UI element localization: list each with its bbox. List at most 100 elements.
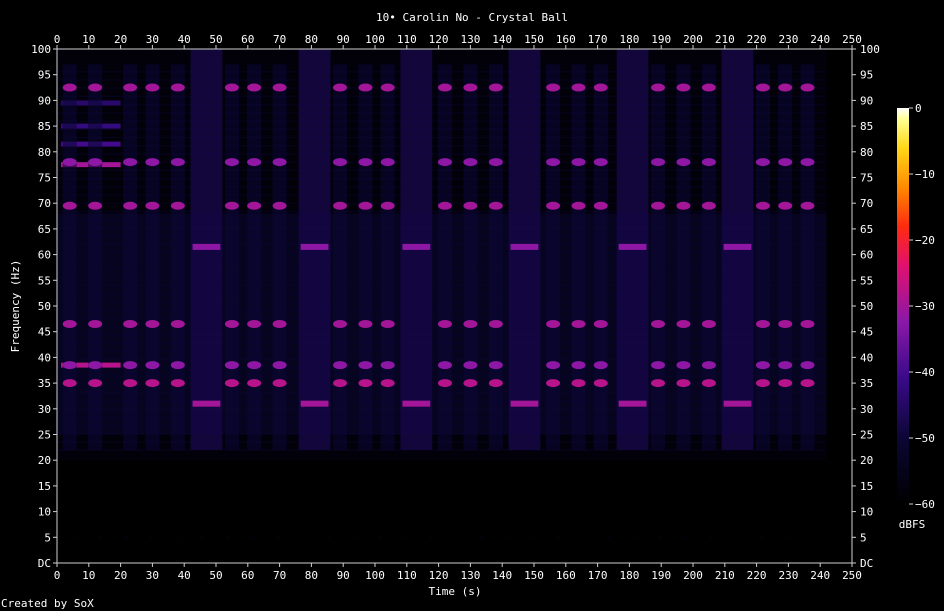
- beat-blob: [62, 361, 77, 370]
- y-tick-label: 60: [38, 249, 51, 262]
- beat-column: [247, 64, 262, 450]
- spectrogram-plot: [56, 48, 853, 564]
- beat-blob: [800, 319, 815, 328]
- beat-blob: [546, 379, 561, 388]
- x-tick-label: 120: [429, 569, 449, 582]
- beat-blob: [651, 379, 666, 388]
- beat-blob: [701, 361, 716, 370]
- x-tick-label: 220: [747, 33, 767, 46]
- low-speck: [378, 536, 383, 539]
- beat-blob: [123, 379, 138, 388]
- low-speck: [174, 536, 179, 539]
- beat-blob: [651, 158, 666, 167]
- y-tick-label: 100: [31, 43, 51, 56]
- y-tick-label: 80: [38, 146, 51, 159]
- y-tick-label: DC: [38, 557, 51, 570]
- beat-blob: [247, 201, 262, 210]
- beat-blob: [755, 83, 770, 92]
- beat-blob: [170, 361, 185, 370]
- beat-blob: [463, 201, 478, 210]
- x-tick-label: 70: [273, 569, 286, 582]
- x-tick-label: 210: [715, 569, 735, 582]
- beat-blob: [170, 379, 185, 388]
- beat-blob: [701, 201, 716, 210]
- low-speck: [658, 536, 663, 539]
- x-tick-label: 50: [209, 569, 222, 582]
- beat-blob: [778, 158, 793, 167]
- beat-blob: [272, 83, 287, 92]
- beat-blob: [755, 158, 770, 167]
- beat-blob: [62, 201, 77, 210]
- low-speck: [250, 536, 255, 539]
- y-tick-label: 75: [38, 172, 51, 185]
- colorbar-tick-label: 0: [915, 102, 922, 115]
- beat-blob: [333, 361, 348, 370]
- x-tick-label: 70: [273, 33, 286, 46]
- y-tick-label: 100: [860, 43, 880, 56]
- x-tick-label: 240: [810, 33, 830, 46]
- y-tick-label: 85: [38, 120, 51, 133]
- beat-blob: [247, 379, 262, 388]
- beat-column: [333, 64, 348, 450]
- beat-blob: [145, 83, 160, 92]
- x-axis-bottom: 0 10 20 30 40 50 60 70 80 90 100 110 120 130 140 150 160…: [54, 563, 862, 582]
- beat-blob: [145, 379, 160, 388]
- x-tick-label: 250: [842, 569, 862, 582]
- beat-blob: [676, 158, 691, 167]
- y-tick-label: 55: [38, 274, 51, 287]
- colorbar-gradient: [897, 108, 909, 504]
- beat-blob: [437, 361, 452, 370]
- x-tick-label: 190: [651, 569, 671, 582]
- y-tick-label: 65: [38, 223, 51, 236]
- low-speck: [479, 536, 484, 539]
- beat-blob: [800, 201, 815, 210]
- beat-blob: [123, 319, 138, 328]
- x-tick-label: 230: [778, 569, 798, 582]
- beat-blob: [437, 201, 452, 210]
- beat-column: [123, 64, 138, 450]
- colorbar-tick-label: −20: [915, 234, 935, 247]
- beat-blob: [593, 379, 608, 388]
- x-tick-label: 120: [429, 33, 449, 46]
- spectrogram-chart: 10• Carolin No - Crystal Ball 0 10 20 30 40 5…: [1, 11, 935, 610]
- colorbar: 0 −10 −20 −30 −40 −50 −60 dBFS: [897, 102, 935, 531]
- y-tick-label: 15: [860, 480, 873, 493]
- beat-blob: [123, 201, 138, 210]
- y-tick-label: 50: [38, 300, 51, 313]
- beat-blob: [463, 83, 478, 92]
- beat-column: [224, 64, 239, 450]
- low-speck: [708, 536, 713, 539]
- beat-blob: [272, 201, 287, 210]
- beat-column: [437, 64, 452, 450]
- low-speck: [149, 536, 154, 539]
- beat-blob: [62, 83, 77, 92]
- beat-blob: [247, 319, 262, 328]
- y-tick-label: 20: [860, 454, 873, 467]
- section-note: [618, 400, 647, 407]
- beat-blob: [88, 83, 103, 92]
- y-tick-label: 15: [38, 480, 51, 493]
- x-tick-label: 60: [241, 33, 254, 46]
- low-speck: [327, 536, 332, 539]
- x-tick-label: 170: [588, 33, 608, 46]
- beat-column: [145, 64, 160, 450]
- y-tick-label: 65: [860, 223, 873, 236]
- x-tick-label: 0: [54, 569, 61, 582]
- beat-blob: [170, 83, 185, 92]
- beat-blob: [593, 319, 608, 328]
- x-tick-label: 10: [82, 569, 95, 582]
- beat-blob: [571, 319, 586, 328]
- beat-column: [593, 64, 608, 450]
- x-tick-label: 80: [305, 569, 318, 582]
- y-tick-label: 50: [860, 300, 873, 313]
- x-tick-label: 40: [178, 33, 191, 46]
- y-tick-label: 90: [38, 94, 51, 107]
- y-tick-label: 45: [38, 326, 51, 339]
- beat-blob: [123, 83, 138, 92]
- beat-blob: [62, 379, 77, 388]
- beat-blob: [463, 379, 478, 388]
- y-tick-label: 45: [860, 326, 873, 339]
- beat-blob: [333, 379, 348, 388]
- x-tick-label: 250: [842, 33, 862, 46]
- beat-blob: [800, 379, 815, 388]
